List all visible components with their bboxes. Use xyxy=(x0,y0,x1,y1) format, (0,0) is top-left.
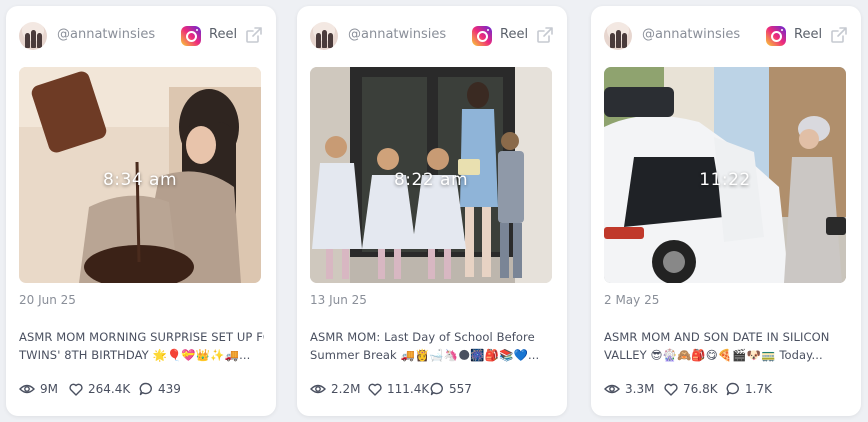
instagram-icon xyxy=(472,26,492,46)
comments-count: 439 xyxy=(158,382,181,396)
post-caption: ASMR MOM AND SON DATE IN SILICON VALLEY … xyxy=(604,328,849,364)
eye-icon xyxy=(19,384,35,394)
comments-count: 557 xyxy=(449,382,472,396)
external-link-icon[interactable] xyxy=(535,25,555,45)
avatar[interactable] xyxy=(310,22,338,50)
post-caption: ASMR MOM MORNING SURPRISE SET UP FOR TWI… xyxy=(19,328,264,364)
reel-card[interactable]: @annatwinsies Reel 11:22 2 May 25 ASMR M… xyxy=(591,6,861,416)
video-thumbnail[interactable]: 8:22 am xyxy=(310,67,552,283)
instagram-icon xyxy=(766,26,786,46)
eye-icon xyxy=(604,384,620,394)
card-header: @annatwinsies Reel xyxy=(310,22,554,50)
likes-stat: 264.4K xyxy=(69,382,130,396)
external-link-icon[interactable] xyxy=(829,25,849,45)
caption-line: ASMR MOM AND SON DATE IN SILICON xyxy=(604,330,830,344)
caption-line: ASMR MOM MORNING SURPRISE SET UP FOR xyxy=(19,330,264,344)
comments-stat: 557 xyxy=(430,382,472,396)
comments-stat: 1.7K xyxy=(726,382,772,396)
views-stat: 3.3M xyxy=(604,382,654,396)
heart-icon xyxy=(368,383,382,396)
comments-stat: 439 xyxy=(139,382,181,396)
video-timestamp: 11:22 xyxy=(699,170,751,190)
video-timestamp: 8:22 am xyxy=(393,170,469,190)
comments-count: 1.7K xyxy=(745,382,772,396)
account-handle[interactable]: @annatwinsies xyxy=(642,27,740,42)
card-header: @annatwinsies Reel xyxy=(19,22,263,50)
post-date: 13 Jun 25 xyxy=(310,293,367,307)
card-header: @annatwinsies Reel xyxy=(604,22,848,50)
reel-card[interactable]: @annatwinsies Reel 8:34 am 20 Jun 25 ASM… xyxy=(6,6,276,416)
video-thumbnail[interactable]: 8:34 am xyxy=(19,67,261,283)
platform-label: Reel xyxy=(500,27,529,42)
likes-stat: 111.4K xyxy=(368,382,429,396)
likes-count: 264.4K xyxy=(88,382,131,396)
views-stat: 2.2M xyxy=(310,382,360,396)
views-count: 3.3M xyxy=(625,382,655,396)
comment-icon xyxy=(726,382,739,396)
heart-icon xyxy=(69,383,83,396)
instagram-icon xyxy=(181,26,201,46)
eye-icon xyxy=(310,384,326,394)
post-date: 20 Jun 25 xyxy=(19,293,76,307)
avatar[interactable] xyxy=(604,22,632,50)
likes-count: 111.4K xyxy=(387,382,430,396)
avatar[interactable] xyxy=(19,22,47,50)
post-caption: ASMR MOM: Last Day of School Before Summ… xyxy=(310,328,555,364)
comment-icon xyxy=(139,382,152,396)
video-timestamp: 8:34 am xyxy=(102,170,178,190)
comment-icon xyxy=(430,382,443,396)
platform-label: Reel xyxy=(209,27,238,42)
likes-count: 76.8K xyxy=(683,382,718,396)
views-count: 9M xyxy=(40,382,58,396)
caption-line: TWINS' 8TH BIRTHDAY 🌟🎈💝👑✨🚚... xyxy=(19,348,251,362)
video-thumbnail[interactable]: 11:22 xyxy=(604,67,846,283)
platform-label: Reel xyxy=(794,27,823,42)
post-date: 2 May 25 xyxy=(604,293,660,307)
account-handle[interactable]: @annatwinsies xyxy=(57,27,155,42)
heart-icon xyxy=(664,383,678,396)
external-link-icon[interactable] xyxy=(244,25,264,45)
likes-stat: 76.8K xyxy=(664,382,718,396)
views-stat: 9M xyxy=(19,382,58,396)
caption-line: ASMR MOM: Last Day of School Before xyxy=(310,330,535,344)
reel-card[interactable]: @annatwinsies Reel 8:22 am 13 Jun 25 ASM… xyxy=(297,6,567,416)
caption-line: VALLEY 😎🎡🙈🎒😋🍕🎬🐶🚃 Today... xyxy=(604,348,823,362)
caption-line: Summer Break 🚚👸🛁🦄🌑🎆🎒📚💙... xyxy=(310,348,540,362)
views-count: 2.2M xyxy=(331,382,361,396)
account-handle[interactable]: @annatwinsies xyxy=(348,27,446,42)
